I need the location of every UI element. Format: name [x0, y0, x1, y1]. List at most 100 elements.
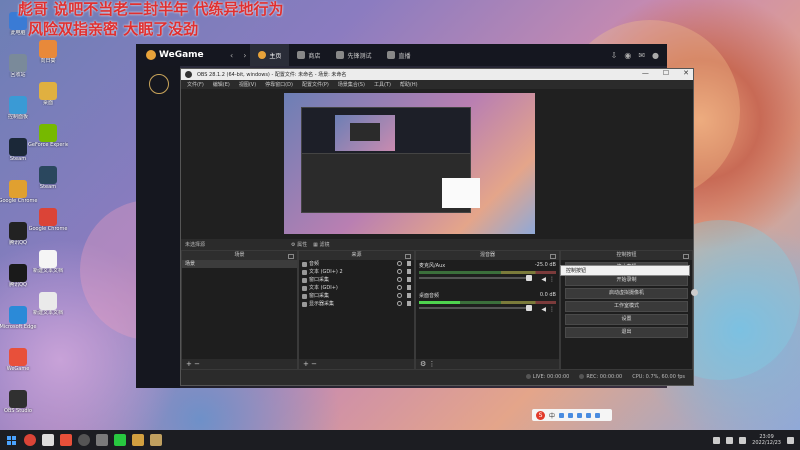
volume-slider[interactable]	[419, 275, 532, 281]
control-button[interactable]: 工作室模式	[565, 301, 688, 312]
lock-icon[interactable]	[407, 269, 411, 274]
wegame-icon	[9, 348, 27, 366]
obs-window[interactable]: OBS 28.1.2 (64-bit, windows) - 配置文件: 未命名…	[180, 68, 698, 386]
menu-item[interactable]: 编辑(E)	[213, 81, 230, 88]
desktop-icon[interactable]: Steam	[28, 166, 68, 190]
eye-icon[interactable]	[397, 285, 402, 290]
filters-label: 滤镜	[319, 241, 330, 248]
lock-icon[interactable]	[407, 301, 411, 306]
toolbox-icon[interactable]	[595, 412, 601, 418]
wechat-icon[interactable]	[114, 434, 126, 446]
desktop-icon[interactable]: 新建文本文档	[28, 292, 68, 316]
control-button[interactable]: 退出	[565, 327, 688, 338]
eye-icon[interactable]	[397, 269, 402, 274]
lock-icon[interactable]	[407, 293, 411, 298]
wegame-tab-home[interactable]: 主页	[250, 44, 290, 66]
pin-icon[interactable]	[42, 434, 54, 446]
wegame-tab-store[interactable]: 商店	[289, 44, 328, 66]
eye-icon[interactable]	[397, 261, 402, 266]
gear-icon[interactable]: ⚙	[420, 360, 426, 368]
close-button[interactable]: ✕	[683, 69, 689, 77]
control-button[interactable]: 设置	[565, 314, 688, 325]
volume-slider-knob[interactable]	[526, 275, 532, 281]
menu-dots-icon[interactable]: ⋮	[549, 276, 555, 283]
menu-item[interactable]: 配置文件(P)	[302, 81, 329, 88]
menu-item[interactable]: 停靠窗口(D)	[265, 81, 293, 88]
league-icon[interactable]	[149, 74, 169, 94]
maximize-button[interactable]: ☐	[663, 69, 669, 77]
minimize-button[interactable]: —	[642, 69, 649, 77]
desktop-icon[interactable]: Google Chrome	[28, 208, 68, 232]
desktop-icon[interactable]: 桌面	[28, 82, 68, 106]
menu-item[interactable]: 文件(F)	[187, 81, 204, 88]
desktop-icon[interactable]: 向日葵	[28, 40, 68, 64]
wegame-tab-beta[interactable]: 先锋测试	[328, 44, 379, 66]
ime-toolbar[interactable]: S 中	[532, 409, 612, 421]
app-icon[interactable]	[96, 434, 108, 446]
home-icon	[258, 51, 267, 59]
download-icon[interactable]: ⇩	[611, 51, 618, 60]
eye-icon[interactable]	[397, 293, 402, 298]
scenes-dock-footer[interactable]: + −	[182, 359, 297, 369]
start-button[interactable]	[4, 430, 18, 450]
source-item[interactable]: 音频	[299, 260, 414, 268]
desktop-icon[interactable]: GeForce Experience	[28, 124, 68, 148]
message-icon[interactable]: ✉	[638, 51, 645, 60]
source-item[interactable]: 文本 (GDI+) 2	[299, 268, 414, 276]
lock-icon[interactable]	[407, 285, 411, 290]
preview-area[interactable]	[181, 89, 693, 239]
game-icon[interactable]	[150, 434, 162, 446]
volume-slider-knob[interactable]	[526, 305, 532, 311]
source-item[interactable]: 窗口采集	[299, 292, 414, 300]
ime-language[interactable]: 中	[549, 411, 555, 420]
obs-icon[interactable]	[78, 434, 90, 446]
chevron-up-icon[interactable]	[713, 436, 721, 444]
menu-dots-icon[interactable]: ⋮	[549, 306, 555, 313]
forward-icon[interactable]: ›	[239, 51, 250, 60]
properties-button[interactable]: ⚙ 属性	[291, 241, 307, 248]
back-icon[interactable]: ‹	[226, 51, 237, 60]
avatar[interactable]: ●	[652, 51, 659, 60]
wegame-icon[interactable]	[60, 434, 72, 446]
speaker-icon[interactable]: ◀	[541, 306, 546, 313]
preview-nested-menu	[442, 178, 480, 208]
menu-item[interactable]: 视图(V)	[239, 81, 256, 88]
eye-icon[interactable]	[397, 277, 402, 282]
preview-canvas[interactable]	[284, 93, 535, 234]
microphone-icon[interactable]	[568, 412, 574, 418]
gear-icon[interactable]	[691, 289, 698, 296]
punctuation-icon[interactable]	[559, 412, 565, 418]
source-item[interactable]: 窗口采集	[299, 276, 414, 284]
lock-icon[interactable]	[407, 277, 411, 282]
scene-item-label: 场景	[185, 261, 196, 267]
gamepad-icon[interactable]: ◉	[624, 51, 631, 60]
menu-item[interactable]: 帮助(H)	[400, 81, 418, 88]
scenes-dock-title: 场景	[182, 251, 297, 260]
folder-icon[interactable]	[132, 434, 144, 446]
sources-dock-footer[interactable]: + −	[299, 359, 414, 369]
desktop-icon[interactable]: 新建文本文档	[28, 250, 68, 274]
filters-button[interactable]: ▦ 滤镜	[313, 241, 329, 248]
sogou-icon[interactable]: S	[536, 410, 545, 420]
source-item[interactable]: 显示器采集	[299, 300, 414, 308]
menu-item[interactable]: 工具(T)	[374, 81, 391, 88]
volume-icon[interactable]	[739, 436, 747, 444]
control-button[interactable]: 启动虚拟摄像机	[565, 288, 698, 299]
eye-icon[interactable]	[397, 301, 402, 306]
keyboard-icon[interactable]	[577, 412, 583, 418]
network-icon[interactable]	[726, 436, 734, 444]
notification-icon[interactable]	[787, 436, 794, 444]
skin-icon[interactable]	[586, 412, 592, 418]
desktop-icon[interactable]: OBS Studio	[0, 390, 38, 414]
menu-item[interactable]: 场景集合(S)	[338, 81, 365, 88]
scene-item[interactable]: 场景	[182, 260, 297, 268]
volume-slider[interactable]	[419, 305, 532, 311]
clock[interactable]: 23:09 2022/12/23	[752, 434, 781, 446]
chrome-icon[interactable]	[24, 434, 36, 446]
wegame-tab-live[interactable]: 直播	[379, 44, 418, 66]
source-item[interactable]: 文本 (GDI+)	[299, 284, 414, 292]
lock-icon[interactable]	[407, 261, 411, 266]
desktop-icon[interactable]: WeGame	[0, 348, 38, 372]
speaker-icon[interactable]: ◀	[541, 276, 546, 283]
menu-dots-icon[interactable]: ⋮	[429, 360, 436, 368]
